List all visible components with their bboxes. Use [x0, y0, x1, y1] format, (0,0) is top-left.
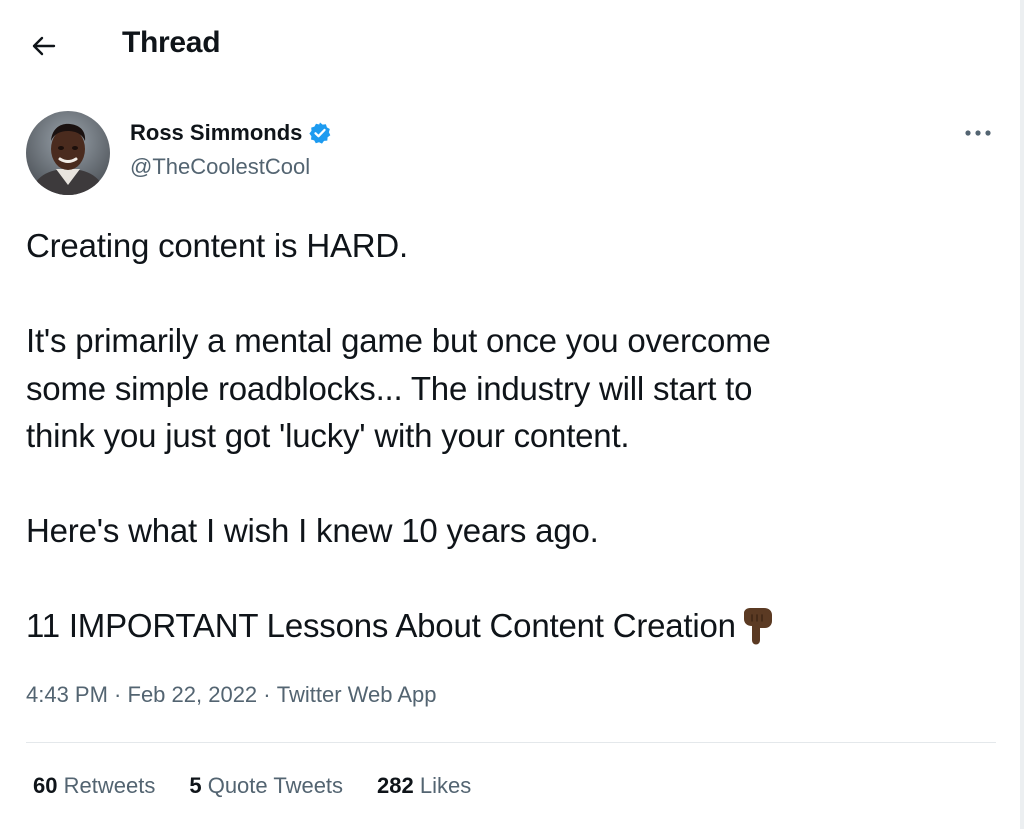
retweets-count: 60: [33, 773, 58, 798]
arrow-left-icon: [32, 36, 56, 56]
tweet-stats: 60 Retweets 5 Quote Tweets 282 Likes: [33, 773, 471, 799]
quote-tweets-stat[interactable]: 5 Quote Tweets: [189, 773, 343, 799]
page-title: Thread: [122, 26, 221, 59]
tweet-line: some simple roadblocks... The industry w…: [26, 369, 753, 407]
avatar-image: [26, 111, 110, 195]
author-name-row[interactable]: Ross Simmonds: [130, 120, 332, 146]
retweets-stat[interactable]: 60 Retweets: [33, 773, 155, 799]
author-handle[interactable]: @TheCoolestCool: [130, 154, 310, 180]
quote-tweets-label: Quote Tweets: [207, 773, 344, 798]
tweet-text: Creating content is HARD. It's primarily…: [26, 222, 996, 658]
likes-count: 282: [377, 773, 414, 798]
likes-label: Likes: [419, 773, 472, 798]
tweet-line: Creating content is HARD.: [26, 227, 408, 264]
tweet-date[interactable]: Feb 22, 2022: [128, 682, 258, 708]
meta-separator: ·: [257, 682, 277, 707]
tweet-line: Here's what I wish I knew 10 years ago.: [26, 512, 599, 549]
retweets-label: Retweets: [63, 773, 156, 798]
tweet-line: think you just got 'lucky' with your con…: [26, 417, 630, 454]
tweet-meta: 4:43 PM · Feb 22, 2022 · Twitter Web App: [26, 682, 437, 708]
backhand-index-pointing-down-icon: [740, 607, 774, 658]
back-button[interactable]: [26, 28, 62, 64]
verified-badge-icon: [309, 122, 331, 144]
thread-header: Thread: [0, 0, 1020, 92]
tweet-line: It's primarily a mental game but once yo…: [26, 322, 771, 359]
more-dots-icon: [965, 130, 991, 136]
meta-separator: ·: [107, 682, 128, 707]
tweet-time[interactable]: 4:43 PM: [26, 682, 108, 708]
author-name[interactable]: Ross Simmonds: [130, 120, 302, 146]
quote-tweets-count: 5: [189, 773, 202, 798]
more-options-button[interactable]: [956, 116, 1000, 150]
likes-stat[interactable]: 282 Likes: [377, 773, 471, 799]
avatar[interactable]: [26, 111, 110, 195]
tweet-source[interactable]: Twitter Web App: [277, 682, 437, 708]
tweet-line-with-emoji: 11 IMPORTANT Lessons About Content Creat…: [26, 602, 996, 658]
window-edge: [1020, 0, 1024, 829]
tweet-line: 11 IMPORTANT Lessons About Content Creat…: [26, 607, 736, 644]
divider: [26, 742, 996, 743]
